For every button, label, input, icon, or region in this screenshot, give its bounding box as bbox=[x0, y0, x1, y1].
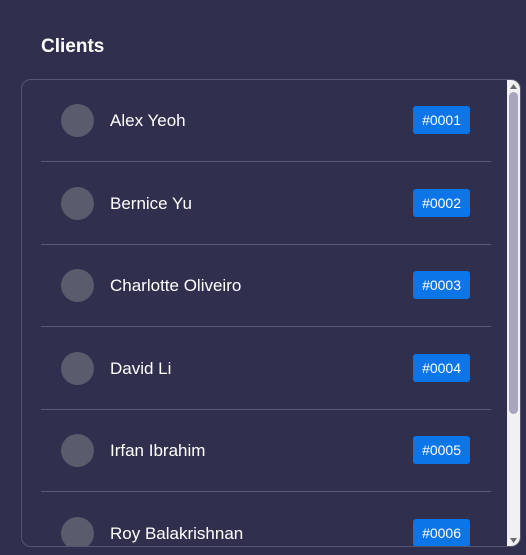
client-row[interactable]: Roy Balakrishnan #0006 bbox=[41, 493, 491, 546]
scroll-down-arrow-icon[interactable] bbox=[507, 534, 520, 546]
client-name: Irfan Ibrahim bbox=[110, 441, 206, 460]
client-name: Roy Balakrishnan bbox=[110, 524, 244, 543]
divider bbox=[41, 326, 491, 327]
avatar bbox=[61, 104, 94, 137]
client-id-badge: #0004 bbox=[413, 354, 470, 382]
divider bbox=[41, 491, 491, 492]
client-name: Charlotte Oliveiro bbox=[110, 276, 242, 295]
client-row[interactable]: David Li #0004 bbox=[41, 328, 491, 410]
avatar bbox=[61, 434, 94, 467]
client-name: Bernice Yu bbox=[110, 194, 192, 213]
client-id-badge: #0005 bbox=[413, 436, 470, 464]
page-title: Clients bbox=[41, 36, 105, 57]
avatar bbox=[61, 187, 94, 220]
scrollbar-thumb[interactable] bbox=[509, 92, 518, 414]
client-name: Alex Yeoh bbox=[110, 111, 186, 130]
client-id-badge: #0003 bbox=[413, 271, 470, 299]
client-row[interactable]: Charlotte Oliveiro #0003 bbox=[41, 245, 491, 327]
client-name: David Li bbox=[110, 359, 172, 378]
client-row[interactable]: Bernice Yu #0002 bbox=[41, 163, 491, 245]
client-id-badge: #0002 bbox=[413, 189, 470, 217]
avatar bbox=[61, 352, 94, 385]
client-list-panel: Alex Yeoh #0001 Bernice Yu #0002 Charlot… bbox=[21, 79, 521, 547]
client-row[interactable]: Irfan Ibrahim #0005 bbox=[41, 410, 491, 492]
avatar bbox=[61, 517, 94, 546]
scroll-up-arrow-icon[interactable] bbox=[507, 80, 520, 92]
client-row[interactable]: Alex Yeoh #0001 bbox=[41, 80, 491, 162]
client-id-badge: #0006 bbox=[413, 519, 470, 546]
vertical-scrollbar[interactable] bbox=[507, 80, 520, 546]
avatar bbox=[61, 269, 94, 302]
client-id-badge: #0001 bbox=[413, 106, 470, 134]
divider bbox=[41, 161, 491, 162]
